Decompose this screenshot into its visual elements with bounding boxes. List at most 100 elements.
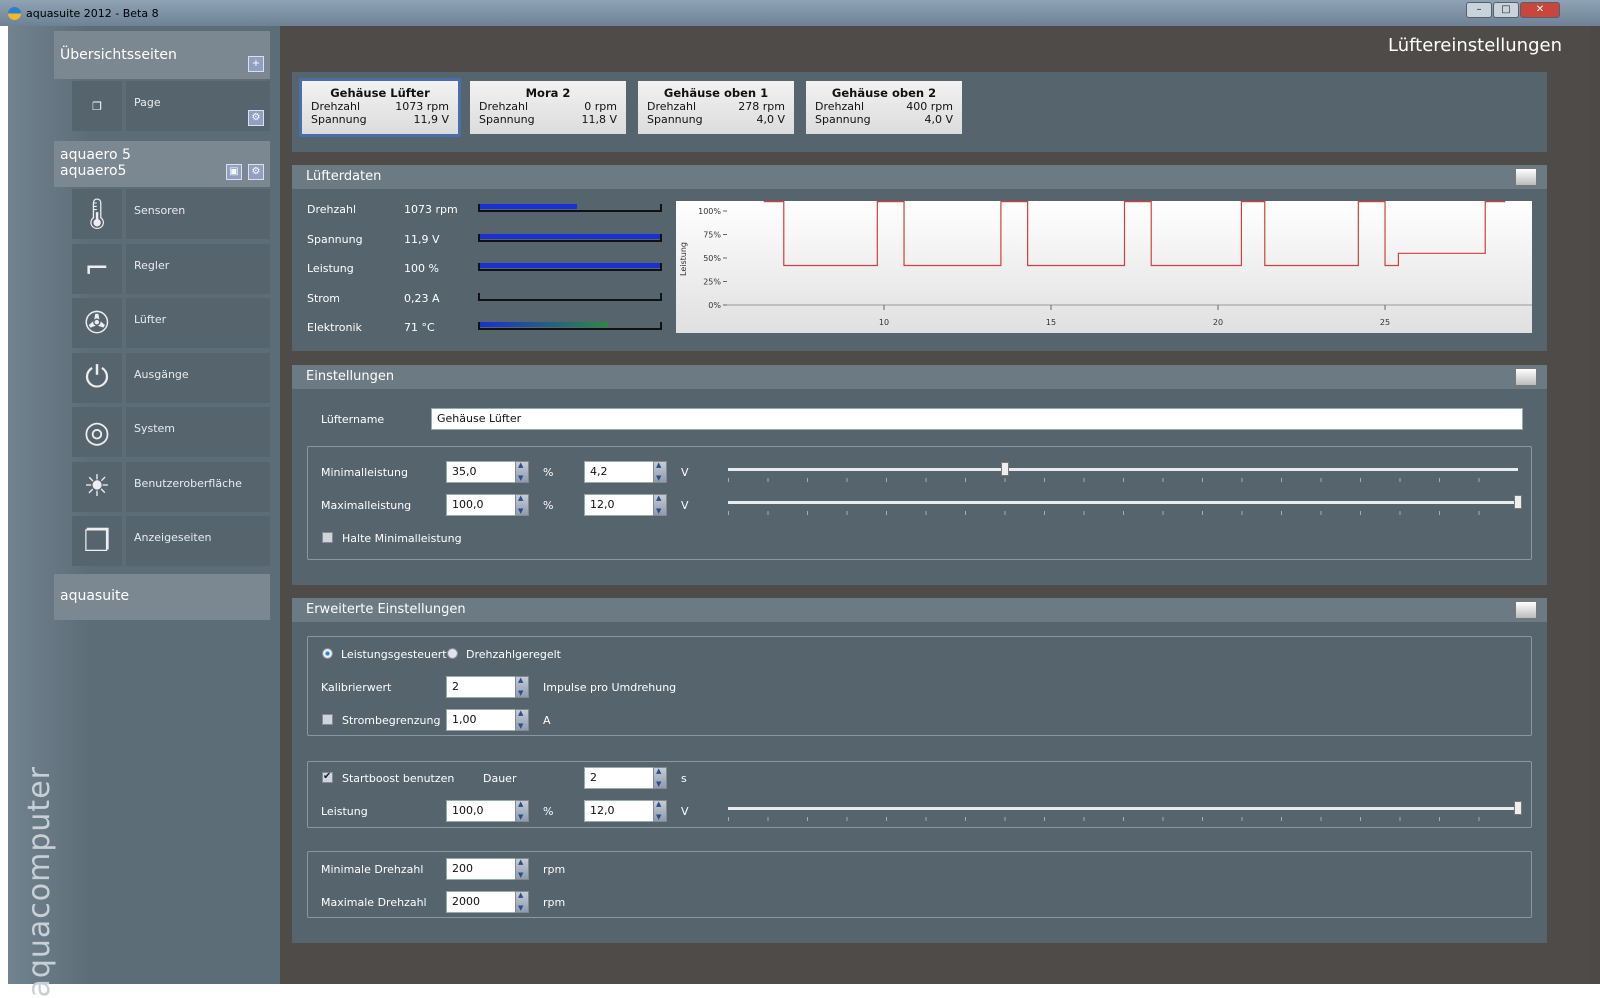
slider-thumb[interactable] <box>1514 495 1522 509</box>
max-rpm-spinner[interactable] <box>515 891 529 913</box>
current-limit-input[interactable]: 1,00 <box>446 709 516 731</box>
min-rpm-label: Minimale Drehzahl <box>321 863 424 876</box>
min-voltage-input[interactable]: 4,2 <box>584 461 654 483</box>
calibration-spinner[interactable] <box>515 676 529 698</box>
brand-logo: aquacomputer <box>22 766 57 998</box>
calibration-label: Kalibrierwert <box>321 681 392 694</box>
fandata-label: Leistung <box>307 262 354 275</box>
sidebar-item[interactable]: Ausgänge <box>126 352 270 403</box>
unit-label: V <box>681 499 689 512</box>
boost-power-label: Leistung <box>321 805 368 818</box>
fandata-bar <box>478 233 662 242</box>
duration-input[interactable]: 2 <box>584 767 654 789</box>
sidebar-item[interactable]: Regler <box>126 243 270 294</box>
min-rpm-input[interactable]: 200 <box>446 858 516 880</box>
fan-name: Gehäuse Lüfter <box>330 86 430 100</box>
min-rpm-spinner[interactable] <box>515 858 529 880</box>
startboost-checkbox[interactable] <box>322 771 333 783</box>
fandata-label: Elektronik <box>307 321 362 334</box>
max-power-slider[interactable] <box>728 495 1522 515</box>
slider-thumb[interactable] <box>1514 801 1522 815</box>
controller-stairs-icon: ⌐ <box>72 243 122 294</box>
min-voltage-spinner[interactable] <box>653 461 667 483</box>
max-power-input[interactable]: 100,0 <box>446 494 516 516</box>
maximize-button[interactable]: □ <box>1493 2 1519 18</box>
fandata-bar <box>478 204 662 212</box>
max-voltage-spinner[interactable] <box>653 494 667 516</box>
fandata-value: 100 % <box>404 262 439 275</box>
voltage-label: Spannung <box>311 113 367 126</box>
fan-tile[interactable]: Gehäuse oben 2 Drehzahl 400 rpm Spannung 4… <box>806 81 962 134</box>
x-tick-label: 20 <box>1213 318 1223 327</box>
title-bar: aquasuite 2012 - Beta 8 – □ ✕ <box>0 0 1600 26</box>
calibration-input[interactable]: 2 <box>446 676 516 698</box>
boost-voltage-spinner[interactable] <box>653 800 667 822</box>
fandata-bar <box>478 263 662 271</box>
device-save-icon[interactable]: ▣ <box>226 164 242 180</box>
duration-spinner[interactable] <box>653 767 667 789</box>
power-mode-label: Leistungsgesteuert <box>341 648 447 661</box>
fan-tile[interactable]: Mora 2 Drehzahl 0 rpm Spannung 11,8 V <box>470 81 626 134</box>
collapse-settings-icon[interactable] <box>1515 368 1537 386</box>
max-voltage-input[interactable]: 12,0 <box>584 494 654 516</box>
current-limit-spinner[interactable] <box>515 709 529 731</box>
max-rpm-input[interactable]: 2000 <box>446 891 516 913</box>
device-settings-icon[interactable]: ⚙ <box>248 164 264 180</box>
close-button[interactable]: ✕ <box>1520 2 1560 18</box>
sidebar-item[interactable]: Lüfter <box>126 298 270 348</box>
window-title: aquasuite 2012 - Beta 8 <box>26 7 159 20</box>
collapse-advanced-icon[interactable] <box>1515 601 1537 619</box>
minimize-button[interactable]: – <box>1466 2 1492 18</box>
overview-section[interactable]: Übersichtsseiten <box>54 31 270 79</box>
sidebar-item[interactable]: Benutzeroberfläche <box>126 461 270 512</box>
rpm-label: Drehzahl <box>311 100 361 113</box>
add-page-icon[interactable]: + <box>248 56 264 72</box>
fan-name-label: Lüftername <box>321 413 385 426</box>
slider-thumb[interactable] <box>1000 462 1009 476</box>
y-tick-label: 0% <box>708 301 721 310</box>
min-power-spinner[interactable] <box>515 461 529 483</box>
current-limit-checkbox[interactable] <box>322 714 333 725</box>
power-mode-radio[interactable] <box>322 648 333 659</box>
y-tick-label: 25% <box>703 278 721 287</box>
x-tick-label: 10 <box>879 318 889 327</box>
fan-tile[interactable]: Gehäuse Lüfter Drehzahl 1073 rpm Spannung… <box>299 78 461 137</box>
unit-label: % <box>543 805 554 818</box>
boost-power-slider[interactable] <box>728 801 1522 821</box>
boost-power-spinner[interactable] <box>515 800 529 822</box>
collapse-fandata-icon[interactable] <box>1515 168 1537 186</box>
x-tick-label: 15 <box>1046 318 1056 327</box>
brightness-icon: ☀ <box>72 461 122 512</box>
device-name: aquaero 5 <box>60 147 131 163</box>
min-power-slider[interactable] <box>728 462 1518 482</box>
sidebar-item[interactable]: Anzeigeseiten <box>126 516 270 566</box>
max-power-spinner[interactable] <box>515 494 529 516</box>
power-chart-svg: 0% 25% 50% 75% 100% 10 15 20 25 Leistung <box>679 201 1532 327</box>
aquasuite-section[interactable]: aquasuite <box>54 574 270 620</box>
hold-min-power-checkbox[interactable] <box>322 532 333 543</box>
page-settings-icon[interactable]: ⚙ <box>248 110 264 126</box>
plug-icon: ⏻ <box>72 352 122 403</box>
fandata-label: Drehzahl <box>307 203 357 216</box>
fandata-value: 11,9 V <box>404 232 440 246</box>
fan-name-input[interactable]: Gehäuse Lüfter <box>431 408 1523 430</box>
unit-label: V <box>681 466 689 479</box>
boost-voltage-input[interactable]: 12,0 <box>584 800 654 822</box>
fandata-value: 71 °C <box>404 321 435 334</box>
rpm-label: Drehzahl <box>815 100 865 113</box>
unit-label: % <box>543 466 554 479</box>
boost-power-input[interactable]: 100,0 <box>446 800 516 822</box>
y-tick-label: 50% <box>703 254 721 263</box>
sidebar-item[interactable]: System <box>126 407 270 457</box>
fandata-value: 0,23 A <box>404 291 440 305</box>
sidebar-item[interactable]: Sensoren <box>126 189 270 239</box>
fandata-bar <box>478 322 662 330</box>
rpm-mode-radio[interactable] <box>447 648 458 659</box>
fan-name: Gehäuse oben 1 <box>663 86 769 100</box>
min-power-input[interactable]: 35,0 <box>446 461 516 483</box>
unit-label: V <box>681 805 689 818</box>
fan-tile[interactable]: Gehäuse oben 1 Drehzahl 278 rpm Spannung 4… <box>638 81 794 134</box>
y-axis-label: Leistung <box>679 242 688 276</box>
power-chart: 0% 25% 50% 75% 100% 10 15 20 25 Leistung <box>676 201 1532 333</box>
voltage-value: 4,0 V <box>924 113 953 126</box>
